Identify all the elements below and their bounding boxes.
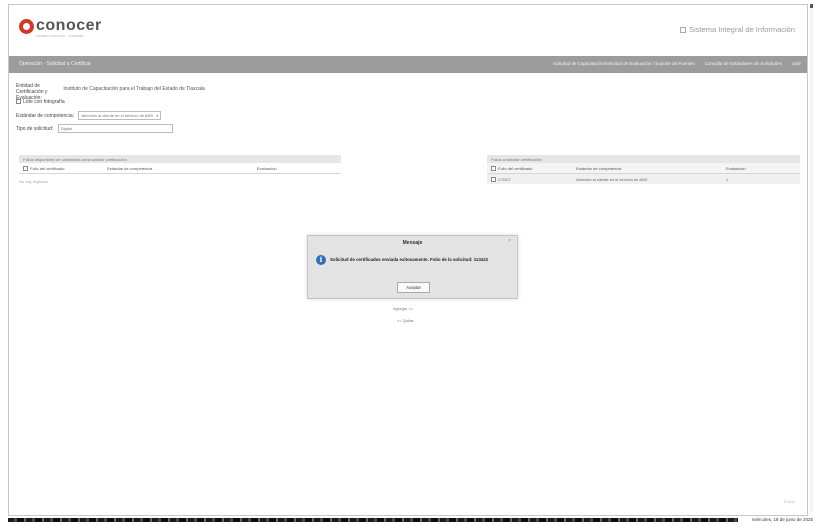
entity-value: Instituto de Capacitación para el Trabaj…: [63, 86, 205, 92]
standard-select-value: Atención al cliente en el servicio de AN…: [81, 113, 154, 118]
column-header-folio: Folio del certificado: [30, 165, 65, 171]
available-folios-table: Folios disponibles de candidatos para so…: [19, 155, 341, 184]
navbar: Operación · Solicitud a Certificar Solic…: [9, 56, 807, 73]
select-all-checkbox[interactable]: [23, 165, 28, 171]
column-header-standard: Estándar de competencia: [576, 165, 622, 171]
nav-item-solicitud[interactable]: Solicitud de Capacitación/Solicitud de E…: [553, 61, 695, 66]
vertical-scrollbar[interactable]: [810, 4, 813, 512]
available-table-header: Folio del certificado Estándar de compet…: [19, 163, 341, 174]
remove-button[interactable]: << Quitar: [397, 318, 414, 323]
lote-row: Lote con fotografía: [16, 99, 65, 105]
header: conocer CONSEJO NACIONAL · CONOCER Siste…: [9, 5, 807, 51]
lote-checkbox[interactable]: [16, 99, 21, 105]
dialog-message: Solicitud de certificados enviada exitos…: [330, 257, 489, 262]
available-table-title: Folios disponibles de candidatos para so…: [19, 155, 341, 163]
select-all-checkbox[interactable]: [491, 165, 496, 171]
column-header-folio: Folio del certificado: [498, 165, 533, 171]
standard-select[interactable]: Atención al cliente en el servicio de AN…: [78, 111, 162, 120]
request-type-value: Digital: [60, 126, 72, 131]
row-checkbox[interactable]: [491, 176, 496, 182]
standard-row: Estándar de competencia: Atención al cli…: [16, 111, 162, 120]
request-type-select[interactable]: Digital: [57, 124, 173, 133]
message-dialog: Mensaje × i Solicitud de certificados en…: [307, 235, 518, 299]
system-title-text: Sistema Integral de Información: [689, 25, 795, 34]
taskbar-date: miércoles, 18 de junio de 2025: [751, 517, 813, 522]
taskbar: miércoles, 18 de junio de 2025: [0, 516, 817, 527]
empty-message: No hay registros: [19, 179, 49, 184]
nav-item-operacion[interactable]: Operación · Solicitud a Certificar: [19, 61, 91, 67]
logo-text: conocer: [36, 17, 102, 34]
close-icon[interactable]: ×: [508, 238, 511, 244]
dialog-title: Mensaje: [402, 240, 423, 246]
table-row[interactable]: CTD07 Atención al cliente en el servicio…: [487, 174, 800, 184]
request-type-label: Tipo de solicitud:: [16, 125, 54, 132]
nav-item-salir[interactable]: Salir: [792, 61, 801, 66]
conocer-logo[interactable]: conocer: [19, 17, 102, 35]
logo-mark-icon: [19, 18, 34, 34]
nav-right-menu: Solicitud de Capacitación/Solicitud de E…: [553, 61, 801, 66]
standard-label: Estándar de competencia:: [16, 112, 75, 119]
send-button[interactable]: Enviar: [784, 499, 795, 504]
selected-folios-table: Folios a solicitar certificación Folio d…: [487, 155, 800, 184]
system-icon: [680, 27, 687, 34]
ok-button[interactable]: Aceptar: [397, 282, 430, 293]
selected-table-header: Folio del certificado Estándar de compet…: [487, 163, 800, 174]
selected-table-title: Folios a solicitar certificación: [487, 155, 800, 163]
info-icon: i: [316, 255, 326, 265]
column-header-evaluation: Evaluación: [257, 165, 277, 171]
column-header-evaluation: Evaluación: [726, 165, 746, 171]
cell-evaluation: 1: [726, 176, 729, 182]
taskbar-strip: [8, 518, 738, 522]
cell-folio: CTD07: [498, 176, 511, 182]
column-header-standard: Estándar de competencia: [107, 165, 153, 171]
chevron-down-icon: ▾: [156, 113, 159, 118]
lote-label: Lote con fotografía: [23, 99, 65, 105]
logo-subtitle: CONSEJO NACIONAL · CONOCER: [35, 34, 84, 38]
system-title: Sistema Integral de Información: [680, 25, 795, 34]
nav-item-consulta[interactable]: Consulta de Estándares de Solicitudes: [705, 61, 782, 66]
add-button[interactable]: Agregar >>: [393, 306, 413, 311]
request-type-row: Tipo de solicitud: Digital: [16, 124, 173, 133]
cell-standard: Atención al cliente en el servicio de AN…: [576, 176, 648, 182]
